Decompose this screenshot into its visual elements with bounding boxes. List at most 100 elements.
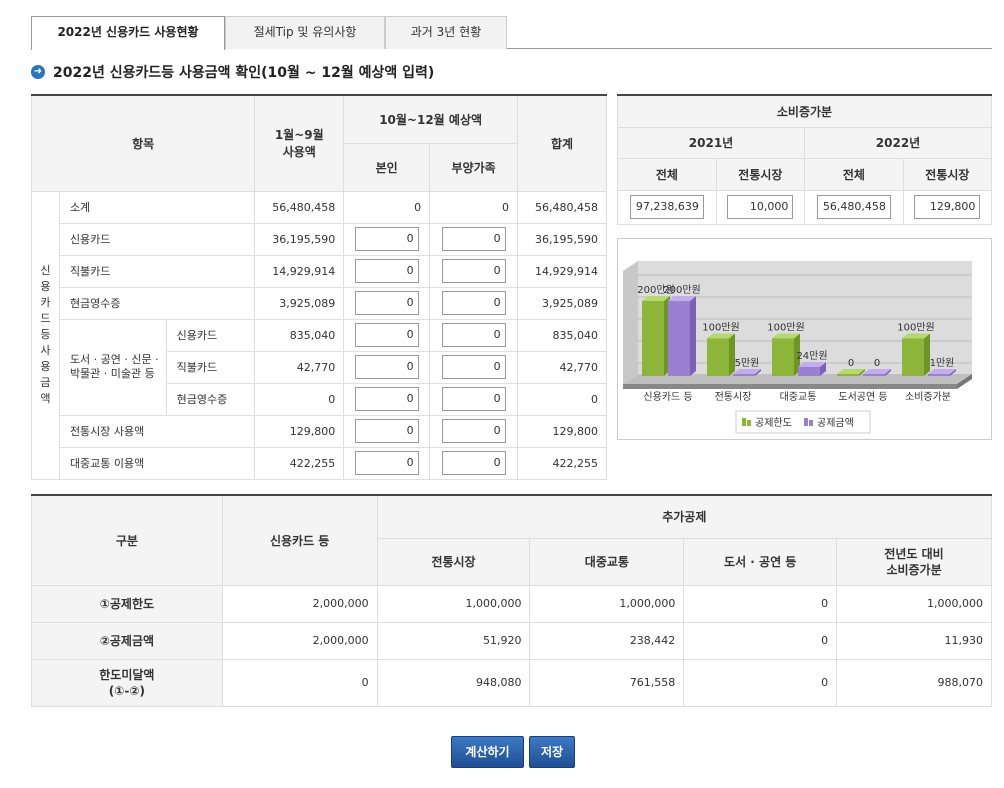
bar-value-label: 24만원 bbox=[796, 350, 827, 362]
books-value: 0 bbox=[683, 621, 838, 660]
year-2021: 2021년 bbox=[617, 126, 805, 159]
jan-sep-value: 14,929,914 bbox=[254, 254, 345, 288]
total-value: 0 bbox=[517, 382, 607, 416]
dependent-input[interactable]: 0 bbox=[441, 419, 506, 443]
self-input[interactable]: 0 bbox=[354, 419, 419, 443]
bar-value-label: 100만원 bbox=[897, 322, 935, 334]
total-value: 42,770 bbox=[517, 350, 607, 384]
col-total: 전체 bbox=[617, 157, 717, 191]
row-label-subtotal: 소계 bbox=[58, 190, 256, 224]
section-title: ➜ 2022년 신용카드등 사용금액 확인(10월 ~ 12월 예상액 입력) bbox=[31, 62, 434, 82]
self-input[interactable]: 0 bbox=[354, 259, 419, 283]
bar-front bbox=[733, 374, 755, 376]
total-value: 422,255 bbox=[517, 446, 607, 480]
legend-icon bbox=[747, 420, 751, 426]
self-input[interactable]: 0 bbox=[354, 387, 419, 411]
total-value: 14,929,914 bbox=[517, 254, 607, 288]
col-market: 전통시장 bbox=[902, 157, 993, 191]
vertical-label: 신용카드등 사용금액 bbox=[31, 190, 60, 480]
self-input[interactable]: 0 bbox=[354, 291, 419, 315]
input-2022-total[interactable]: 56,480,458 bbox=[816, 195, 891, 219]
market-value: 1,000,000 bbox=[376, 584, 531, 623]
chart-svg: 200만원200만원신용카드 등100만원5만원전통시장100만원24만원대중교… bbox=[623, 261, 972, 434]
total-value: 56,480,458 bbox=[517, 190, 607, 224]
bar-front bbox=[902, 338, 924, 376]
dependent-input[interactable]: 0 bbox=[441, 227, 506, 251]
tab-past-3-years[interactable]: 과거 3년 현황 bbox=[385, 16, 507, 49]
dependent-input[interactable]: 0 bbox=[441, 259, 506, 283]
header-market: 전통시장 bbox=[376, 537, 531, 586]
market-value: 51,920 bbox=[376, 621, 531, 660]
dependent-input[interactable]: 0 bbox=[441, 291, 506, 315]
jan-sep-value: 835,040 bbox=[254, 318, 345, 352]
summary-table: 구분 신용카드 등 추가공제 전통시장 대중교통 도서 · 공연 등 전년도 대… bbox=[31, 494, 993, 707]
arrow-right-icon: ➜ bbox=[31, 65, 45, 79]
legend-label: 공제한도 bbox=[755, 417, 792, 429]
transit-value: 1,000,000 bbox=[529, 584, 685, 623]
dependent-value: 0 bbox=[429, 190, 519, 224]
increase-value: 988,070 bbox=[836, 658, 992, 707]
jan-sep-value: 0 bbox=[254, 382, 345, 416]
tab-tips[interactable]: 절세Tip 및 유의사항 bbox=[225, 16, 385, 49]
self-input[interactable]: 0 bbox=[354, 323, 419, 347]
books-value: 0 bbox=[683, 584, 838, 623]
increase-title: 소비증가분 bbox=[617, 94, 992, 128]
increase-value: 1,000,000 bbox=[836, 584, 992, 623]
x-tick-label: 신용카드 등 bbox=[643, 391, 692, 403]
bar-value-label: 1만원 bbox=[930, 357, 955, 369]
self-value: 0 bbox=[343, 190, 431, 224]
header-dependent: 부양가족 bbox=[429, 142, 519, 192]
save-button[interactable]: 저장 bbox=[529, 736, 575, 768]
legend-icon bbox=[809, 420, 813, 426]
header-increase: 전년도 대비 소비증가분 bbox=[836, 537, 992, 586]
transit-value: 761,558 bbox=[529, 658, 685, 707]
credit-value: 2,000,000 bbox=[221, 621, 378, 660]
bar-value-label: 200만원 bbox=[663, 284, 701, 296]
tab-usage-2022[interactable]: 2022년 신용카드 사용현황 bbox=[31, 16, 225, 50]
bar-side bbox=[690, 296, 696, 376]
increase-value: 11,930 bbox=[836, 621, 992, 660]
calculate-button[interactable]: 계산하기 bbox=[451, 736, 524, 768]
input-2021-market[interactable]: 10,000 bbox=[727, 195, 794, 219]
market-value: 948,080 bbox=[376, 658, 531, 707]
input-2022-market[interactable]: 129,800 bbox=[914, 195, 981, 219]
books-value: 0 bbox=[683, 658, 838, 707]
legend-label: 공제금액 bbox=[817, 417, 854, 429]
row-label-transit: 대중교통 이용액 bbox=[58, 446, 256, 480]
total-value: 129,800 bbox=[517, 414, 607, 448]
self-input[interactable]: 0 bbox=[354, 227, 419, 251]
bar-front bbox=[928, 374, 950, 376]
input-2021-total[interactable]: 97,238,639 bbox=[629, 195, 704, 219]
header-books: 도서 · 공연 등 bbox=[683, 537, 838, 586]
credit-value: 2,000,000 bbox=[221, 584, 378, 623]
legend-icon bbox=[804, 418, 808, 426]
row-label-books-debit: 직불카드 bbox=[165, 350, 256, 384]
bar-value-label: 0 bbox=[874, 358, 880, 369]
self-input[interactable]: 0 bbox=[354, 355, 419, 379]
x-tick-label: 도서공연 등 bbox=[838, 391, 887, 403]
bar-front bbox=[668, 301, 690, 376]
row-label-books: 도서 · 공연 · 신문 · 박물관 · 미술관 등 bbox=[58, 318, 167, 416]
total-value: 36,195,590 bbox=[517, 222, 607, 256]
bar-value-label: 100만원 bbox=[702, 322, 740, 334]
dependent-input[interactable]: 0 bbox=[441, 387, 506, 411]
bar-front bbox=[707, 338, 729, 376]
row-label-amount: ②공제금액 bbox=[31, 621, 223, 660]
tab-bar: 2022년 신용카드 사용현황 절세Tip 및 유의사항 과거 3년 현황 bbox=[31, 16, 992, 50]
x-tick-label: 소비증가분 bbox=[905, 391, 951, 403]
dependent-input[interactable]: 0 bbox=[441, 355, 506, 379]
bar-front bbox=[772, 338, 794, 376]
dependent-input[interactable]: 0 bbox=[441, 451, 506, 475]
jan-sep-value: 129,800 bbox=[254, 414, 345, 448]
dependent-input[interactable]: 0 bbox=[441, 323, 506, 347]
legend-icon bbox=[742, 418, 746, 426]
row-label-limit: ①공제한도 bbox=[31, 584, 223, 623]
self-input[interactable]: 0 bbox=[354, 451, 419, 475]
row-label-market: 전통시장 사용액 bbox=[58, 414, 256, 448]
bar-value-label: 0 bbox=[848, 358, 854, 369]
jan-sep-value: 36,195,590 bbox=[254, 222, 345, 256]
row-label-books-credit: 신용카드 bbox=[165, 318, 256, 352]
header-transit: 대중교통 bbox=[529, 537, 685, 586]
bar-side bbox=[729, 333, 735, 376]
row-label-shortfall: 한도미달액 (①-②) bbox=[31, 658, 223, 707]
